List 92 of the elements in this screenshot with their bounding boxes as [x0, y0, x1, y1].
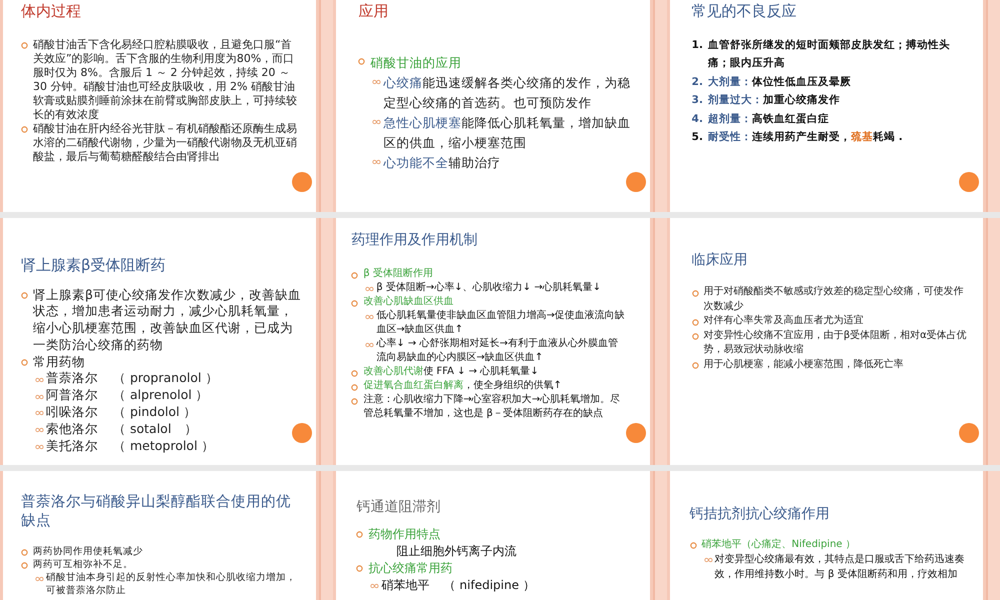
bullet-icon [356, 531, 364, 538]
bullet-text: 用于心肌梗塞，能减小梗塞范围，降低死亡率 [704, 358, 904, 372]
bullet-text: 低心肌耗氧量使非缺血区血管阻力增高→促使血液流向缺血区→缺血区供血↑ [376, 309, 626, 337]
bullet-text: 药物作用特点 [368, 526, 440, 543]
list-text: 耐受性：连续用药产生耐受，巯基耗竭 . [708, 130, 903, 145]
slide-title: 常见的不良反应 [692, 1, 798, 22]
sub-bullet-icon [365, 286, 374, 292]
sub-bullet-icon [35, 576, 44, 582]
sub-bullet-icon [370, 583, 380, 589]
bullet-text: β 受体阻断作用 [363, 267, 433, 281]
bullet-icon [351, 272, 358, 278]
bullet-icon [690, 542, 697, 548]
bullet-text: 改善心肌缺血区供血 [363, 295, 454, 309]
list-text: 血管舒张所继发的短时面颊部皮肤发红；搏动性头痛；眼内压升高 [708, 38, 951, 71]
bullet-text: 心功能不全辅助治疗 [383, 154, 500, 172]
slide-title: 普萘洛尔与硝酸异山梨醇酯联合使用的优缺点 [21, 493, 292, 531]
sub-bullet-icon [372, 78, 382, 85]
circle-decoration [959, 423, 979, 443]
bullet-text: 两药可互相弥补不足。 [33, 558, 133, 571]
bullet-text: 心率↓ → 心舒张期相对延长→有利于血液从心外膜血管流向易缺血的心内膜区→缺血区供血↑ [376, 337, 619, 365]
bullet-text: 硝酸甘油的应用 [370, 54, 462, 72]
bullet-text: 阿普洛尔 （ alprenolol ） [46, 387, 209, 404]
bullet-icon [356, 565, 364, 572]
bullet-icon [351, 384, 358, 390]
list-text: 大剂量：体位性低血压及晕厥 [708, 74, 851, 90]
bullet-text: 肾上腺素β可使心绞痛发作次数减少，改善缺血状态，增加患者运动耐力，减少心肌耗氧量，缩小心肌梗塞范围，改善缺血区代谢，已成为一类防治心绞痛的药物 [33, 286, 302, 354]
bullet-text: 促进氧合血红蛋白解离，使全身组织的供氧↑ [363, 379, 562, 393]
circle-decoration [626, 172, 646, 192]
slide-title: 肾上腺素β受体阻断药 [21, 255, 167, 276]
sub-bullet-icon [35, 410, 44, 416]
bullet-icon [351, 300, 358, 306]
bullet-text: 用于对硝酸酯类不敏感或疗效差的稳定型心绞痛，可使发作次数减少 [704, 285, 965, 314]
bullet-icon [21, 359, 28, 366]
bullet-text: 常用药物 [33, 354, 85, 370]
bullet-text: 硝酸甘油在肝内经谷光苷肽－有机硝酸酯还原酶生成易水溶的二硝酸代谢物，少量为一硝酸代谢物及无机亚硝酸盐，最后与葡萄糖醛酸结合由肾排出 [33, 122, 298, 164]
sub-bullet-icon [365, 314, 374, 320]
bullet-icon [351, 398, 358, 404]
list-number: 5. [692, 130, 703, 145]
bullet-text: 对变异性心绞痛不宜应用，由于β受体阻断，相对α受体占优势，易致冠状动脉收缩 [704, 328, 968, 357]
bullet-text: 硝苯地平（心痛定、Nifedipine ） [702, 538, 856, 552]
slide-title: 钙通道阻滞剂 [356, 498, 442, 517]
bullet-text: 心绞痛能迅速缓解各类心绞痛的发作，为稳定型心绞痛的首选药。也可预防发作 [383, 74, 632, 112]
list-text: 超剂量：高铁血红蛋白症 [708, 112, 829, 126]
list-number: 1. [692, 38, 703, 52]
sub-bullet-icon [372, 158, 382, 165]
sub-bullet-icon [372, 118, 382, 125]
bullet-text: 普萘洛尔 （ propranolol ） [46, 370, 218, 388]
bullet-text: β 受体阻断→心率↓、心肌收缩力↓ →心肌耗氧量↓ [376, 281, 601, 295]
circle-decoration [626, 423, 646, 443]
bullet-text: 改善心肌代谢使 FFA ↓ → 心肌耗氧量↓ [363, 365, 539, 379]
bullet-text: 对伴有心率失常及高血压者尤为适宜 [704, 314, 864, 328]
bullet-icon [21, 42, 28, 50]
list-text: 剂量过大：加重心绞痛发作 [708, 92, 840, 108]
sub-bullet-icon [35, 444, 44, 450]
bullet-icon [692, 318, 699, 326]
bullet-icon [21, 292, 28, 300]
bullet-text: 急性心肌梗塞能降低心肌耗氧量，增加缺血区的供血，缩小梗塞范围 [383, 114, 632, 152]
slide-title: 钙拮抗剂抗心绞痛作用 [690, 505, 831, 524]
bullet-text: 对变异型心绞痛最有效，其特点是口服或舌下给药迅速奏效，作用维持数小时。与 β 受体阻断药和用，疗效相加 [714, 552, 966, 582]
slide-title: 应用 [358, 1, 390, 22]
bullet-icon [351, 370, 358, 376]
bullet-text: 阻止细胞外钙离子内流 [396, 543, 518, 560]
bullet-icon [358, 58, 366, 66]
bullet-icon [21, 549, 28, 556]
slide-title: 体内过程 [21, 1, 82, 22]
slide-title: 临床应用 [692, 251, 749, 270]
bullet-text: 抗心绞痛常用药 [368, 560, 452, 577]
circle-decoration [292, 172, 312, 192]
bullet-icon [692, 290, 699, 296]
sub-bullet-icon [35, 427, 44, 434]
list-number: 3. [692, 93, 703, 108]
sub-bullet-icon [365, 342, 374, 348]
bullet-text: 注意：心肌收缩力下降→心室容积加大→心肌耗氧增加。尽管总耗氧量不增加，这也是 β－受体阻断药存在的缺点 [363, 393, 622, 421]
circle-decoration [959, 172, 979, 192]
sub-bullet-icon [35, 376, 44, 383]
list-number: 4. [692, 112, 703, 126]
sub-bullet-icon [704, 557, 713, 563]
bullet-text: 索他洛尔 （ sotalol ） [46, 420, 198, 438]
bullet-text: 硝酸甘油舌下含化易经口腔粘膜吸收，且避免口服“首关效应”的影响。舌下含服的生物利用度为80%，而口服时仅为 8%。含服后 1 ～ 2 分钟起效，持续 20 ～ 30 分钟。硝酸甘油也可经皮肤吸收，用 2% 硝酸甘油软膏或贴膜剂睡前涂抹在前臂或胸部皮肤上，可持续较长的有效浓度 [33, 38, 298, 122]
bullet-icon [692, 362, 699, 369]
bullet-text: 硝酸甘油本身引起的反射性心率加快和心肌收缩力增加，可被普萘洛尔防止 [46, 571, 297, 597]
sub-bullet-icon [35, 394, 44, 400]
list-number: 2. [692, 74, 703, 90]
bullet-text: 美托洛尔 （ metoprolol ） [46, 438, 214, 454]
bullet-text: 硝苯地平 （ nifedipine ） [381, 577, 535, 594]
bullet-text: 吲哚洛尔 （ pindolol ） [46, 404, 196, 421]
bullet-icon [692, 333, 699, 340]
circle-decoration [292, 423, 312, 443]
bullet-icon [21, 126, 28, 134]
bullet-text: 两药协同作用使耗氧减少 [33, 545, 143, 558]
slide-title: 药理作用及作用机制 [351, 231, 478, 250]
bullet-icon [21, 562, 28, 570]
